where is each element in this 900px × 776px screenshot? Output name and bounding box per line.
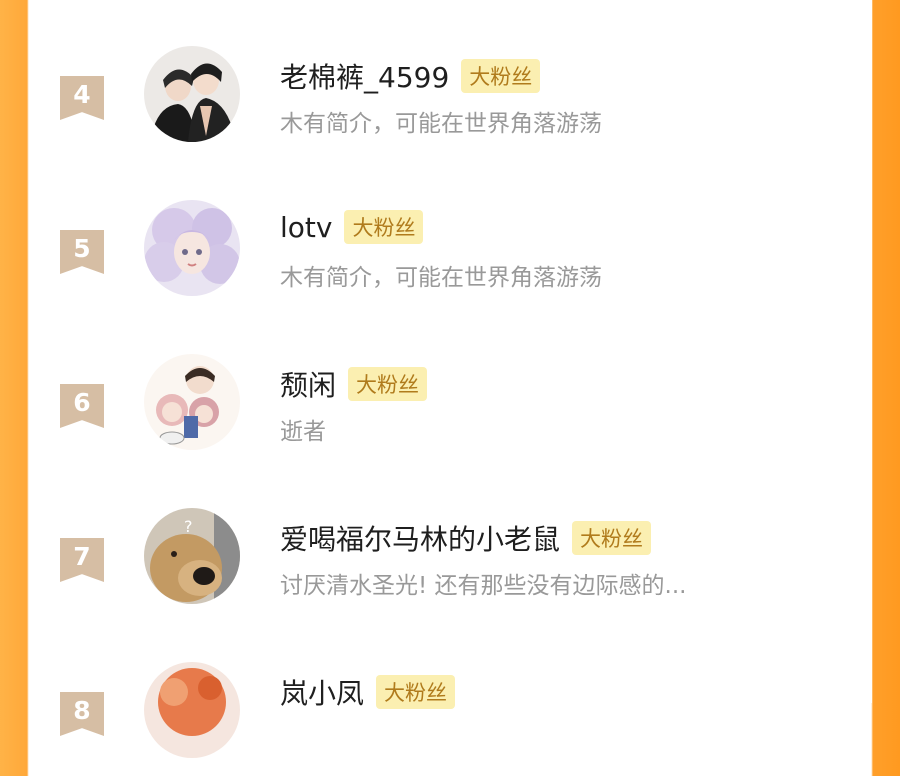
list-item[interactable]: 6 颓闲 大粉丝 逝者 (30, 338, 872, 468)
username[interactable]: lotv (280, 211, 332, 244)
list-item[interactable]: 5 lotv 大粉丝 木有简介，可能在世界角落游荡 (30, 184, 872, 314)
avatar-icon (144, 46, 240, 142)
name-line: 爱喝福尔马林的小老鼠 大粉丝 (280, 518, 652, 558)
avatar-icon (144, 200, 240, 296)
fan-level-badge: 大粉丝 (376, 675, 456, 709)
avatar[interactable] (144, 200, 240, 296)
rank-badge: 6 (60, 384, 104, 428)
avatar[interactable] (144, 46, 240, 142)
rank-badge: 8 (60, 692, 104, 736)
fan-level-badge: 大粉丝 (572, 521, 652, 555)
name-line: 颓闲 大粉丝 (280, 364, 428, 404)
name-line: 岚小凤 大粉丝 (280, 672, 456, 712)
user-bio: 木有简介，可能在世界角落游荡 (280, 111, 602, 137)
list-item[interactable]: 4 老棉裤_4599 大粉丝 木有简介，可能在世界角落游荡 (30, 30, 872, 160)
fan-level-badge: 大粉丝 (348, 367, 428, 401)
avatar[interactable] (144, 354, 240, 450)
fan-list-panel: 4 老棉裤_4599 大粉丝 木有简介，可能在世界角落游荡 5 lotv 大粉丝… (30, 0, 872, 758)
name-line: 老棉裤_4599 大粉丝 (280, 56, 541, 96)
avatar-icon (144, 354, 240, 450)
username[interactable]: 老棉裤_4599 (280, 56, 449, 96)
avatar-icon (144, 662, 240, 758)
list-item[interactable]: 7 ? 爱喝福尔马林的小老鼠 大粉丝 讨厌清水圣光! 还有那些没有边际感的... (30, 492, 872, 622)
fan-level-badge: 大粉丝 (461, 59, 541, 93)
avatar[interactable]: ? (144, 508, 240, 604)
svg-text:?: ? (184, 517, 193, 536)
name-line: lotv 大粉丝 (280, 210, 424, 244)
fan-level-badge: 大粉丝 (344, 210, 424, 244)
rank-badge: 7 (60, 538, 104, 582)
rank-badge: 5 (60, 230, 104, 274)
list-item[interactable]: 8 岚小凤 大粉丝 (30, 646, 872, 776)
user-bio: 逝者 (280, 419, 326, 445)
user-bio: 木有简介，可能在世界角落游荡 (280, 265, 602, 291)
avatar[interactable] (144, 662, 240, 758)
user-bio: 讨厌清水圣光! 还有那些没有边际感的... (280, 573, 687, 599)
username[interactable]: 岚小凤 (280, 672, 364, 712)
username[interactable]: 爱喝福尔马林的小老鼠 (280, 518, 560, 558)
username[interactable]: 颓闲 (280, 364, 336, 404)
rank-badge: 4 (60, 76, 104, 120)
avatar-icon: ? (144, 508, 240, 604)
